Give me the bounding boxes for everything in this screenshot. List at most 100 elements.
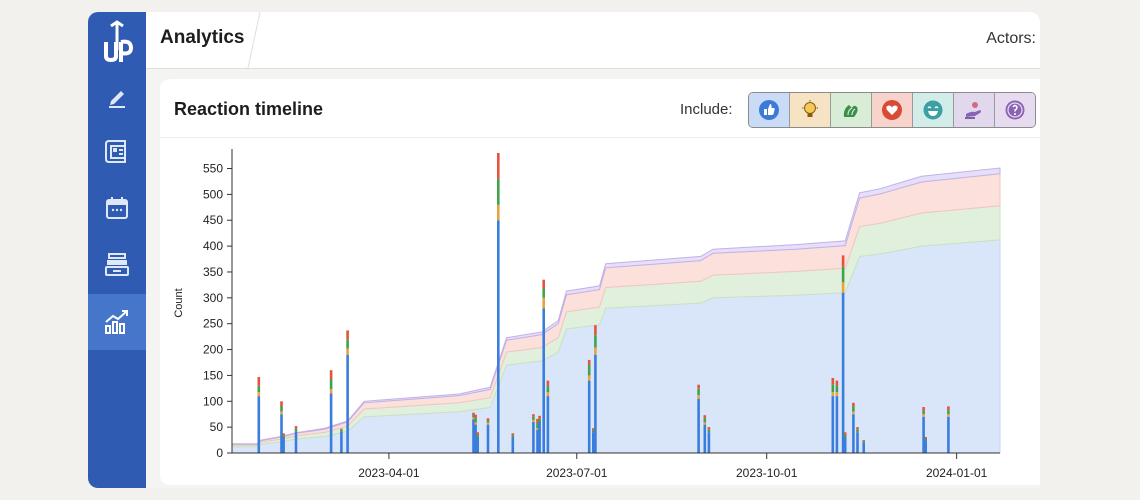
bar-like-16 <box>542 308 545 453</box>
bar-like-10 <box>486 424 490 453</box>
bar-celebrate-10 <box>486 420 490 423</box>
bar-celebrate-27 <box>843 434 847 438</box>
bar-like-29 <box>856 432 859 453</box>
bar-insightful-10 <box>486 422 490 425</box>
include-label: Include: <box>680 101 733 118</box>
bar-celebrate-20 <box>594 335 597 348</box>
x-tick-label: 2023-07-01 <box>546 466 608 480</box>
bar-like-4 <box>329 393 333 453</box>
header-divider <box>247 12 261 68</box>
toggle-celebrate[interactable] <box>831 93 872 127</box>
bar-celebrate-13 <box>532 416 535 420</box>
bar-love-8 <box>474 414 477 419</box>
up-arrow-logo[interactable] <box>97 20 137 64</box>
y-tick-label: 150 <box>203 368 223 382</box>
toggle-love[interactable] <box>872 93 913 127</box>
sidebar-item-analytics[interactable] <box>88 294 146 350</box>
sidebar-item-inbox[interactable] <box>88 238 146 290</box>
bar-love-9 <box>476 432 479 435</box>
bar-insightful-28 <box>852 411 855 415</box>
bar-love-15 <box>538 415 541 419</box>
bar-love-33 <box>947 406 950 410</box>
y-tick-label: 400 <box>203 239 223 253</box>
sidebar-item-layout[interactable] <box>88 126 146 178</box>
x-tick-label: 2024-01-01 <box>926 466 988 480</box>
top-header: Analytics Actors: <box>146 12 1040 69</box>
bar-celebrate-0 <box>257 385 261 392</box>
y-tick-label: 350 <box>203 265 223 279</box>
bar-celebrate-32 <box>924 438 927 441</box>
bar-love-12 <box>511 433 515 436</box>
bar-celebrate-4 <box>329 379 333 390</box>
y-tick-label: 450 <box>203 213 223 227</box>
toggle-support[interactable] <box>954 93 995 127</box>
bar-insightful-13 <box>532 419 535 422</box>
toggle-like[interactable] <box>749 93 790 127</box>
bar-love-6 <box>346 330 349 340</box>
bar-like-15 <box>538 422 541 453</box>
bar-love-23 <box>707 427 711 430</box>
y-tick-label: 200 <box>203 343 223 357</box>
bar-insightful-4 <box>329 389 333 394</box>
support-hand-icon <box>965 102 981 119</box>
bar-insightful-17 <box>546 392 550 397</box>
bar-like-13 <box>532 422 535 453</box>
bar-celebrate-8 <box>474 418 477 423</box>
bar-love-13 <box>532 414 535 417</box>
card-divider <box>160 137 1040 138</box>
bar-celebrate-25 <box>835 385 839 392</box>
heart-icon <box>882 100 902 120</box>
bar-like-0 <box>257 396 261 453</box>
toggle-insightful[interactable] <box>790 93 831 127</box>
bar-love-27 <box>843 432 847 435</box>
bar-love-21 <box>697 384 700 389</box>
bar-celebrate-12 <box>511 435 515 438</box>
bar-like-2 <box>282 437 285 453</box>
bar-insightful-0 <box>257 392 261 397</box>
bar-insightful-6 <box>346 348 349 355</box>
bar-like-21 <box>697 398 700 453</box>
inbox-tray-icon <box>105 253 129 276</box>
bar-love-30 <box>862 440 865 442</box>
bar-insightful-11 <box>497 204 500 221</box>
toggle-curious[interactable] <box>995 93 1035 127</box>
bar-love-20 <box>594 325 597 335</box>
calendar-icon <box>106 197 128 219</box>
sidebar-item-calendar[interactable] <box>88 182 146 234</box>
bar-celebrate-5 <box>340 429 343 432</box>
sidebar-item-pen[interactable] <box>88 70 146 122</box>
y-axis-title: Count <box>173 288 185 317</box>
bar-love-5 <box>340 428 343 430</box>
curious-face-icon <box>1005 100 1025 120</box>
card-title: Reaction timeline <box>174 99 324 119</box>
bar-love-3 <box>294 426 298 429</box>
y-tick-label: 50 <box>210 420 224 434</box>
bar-like-26 <box>841 292 845 453</box>
bar-like-32 <box>924 440 927 453</box>
bar-like-25 <box>835 396 839 453</box>
thumbs-up-icon <box>759 100 779 120</box>
bar-insightful-24 <box>831 392 835 397</box>
bar-love-7 <box>472 412 475 415</box>
bar-insightful-8 <box>474 422 477 425</box>
y-tick-label: 100 <box>203 394 223 408</box>
bar-celebrate-16 <box>542 288 545 298</box>
actors-label[interactable]: Actors: <box>986 30 1036 48</box>
page-title: Analytics <box>160 27 245 48</box>
toggle-funny[interactable] <box>913 93 954 127</box>
y-tick-label: 550 <box>203 162 223 176</box>
bar-celebrate-6 <box>346 339 349 349</box>
bar-like-27 <box>843 437 847 453</box>
bar-like-11 <box>497 220 500 453</box>
y-tick-label: 0 <box>216 446 223 460</box>
bar-love-4 <box>329 370 333 379</box>
bar-love-24 <box>831 378 835 385</box>
bar-love-28 <box>852 402 855 407</box>
bar-love-17 <box>546 380 550 386</box>
bar-celebrate-24 <box>831 384 835 392</box>
bar-like-6 <box>346 354 349 453</box>
bar-like-9 <box>476 437 479 453</box>
bar-celebrate-11 <box>497 178 500 205</box>
bar-love-1 <box>280 401 283 407</box>
bar-celebrate-30 <box>862 441 865 443</box>
